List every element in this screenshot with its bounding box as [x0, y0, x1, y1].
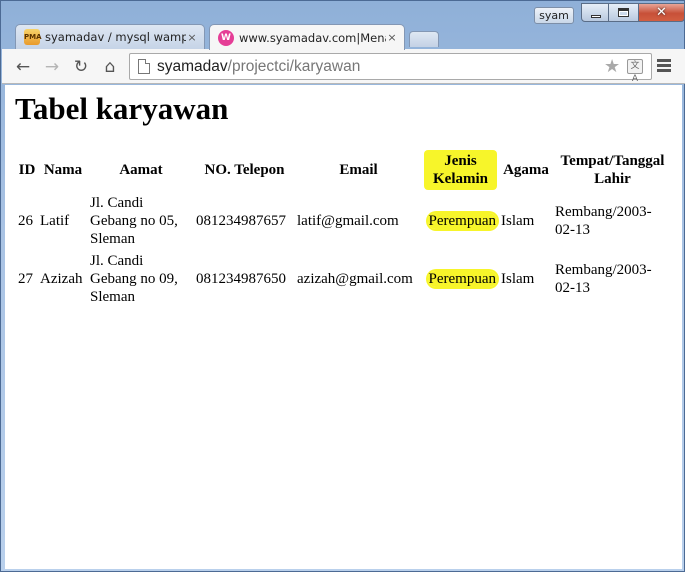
cell-ttl: Rembang/2003-02-13 [555, 262, 652, 296]
page-icon [138, 59, 150, 74]
table-header-row: ID Nama Aamat NO. Telepon Email Jenis Ke… [17, 149, 671, 191]
highlighted-value: Perempuan [427, 213, 497, 229]
cell-alamat: Jl. Candi Gebang no 05, Sleman [90, 195, 178, 247]
address-bar[interactable]: syamadav/projectci/karyawan ★ 文A [129, 53, 652, 84]
profile-badge[interactable]: syam [534, 7, 574, 24]
header-alamat: Aamat [119, 162, 163, 178]
tab-phpmyadmin[interactable]: PMA syamadav / mysql wampse × [15, 24, 205, 49]
header-nama: Nama [43, 162, 83, 178]
cell-alamat: Jl. Candi Gebang no 09, Sleman [90, 253, 178, 305]
cell-telepon: 081234987657 [196, 213, 286, 229]
url-path: /projectci/karyawan [227, 58, 361, 75]
reload-icon[interactable]: ↻ [70, 56, 92, 78]
tab-title: syamadav / mysql wampse [45, 30, 186, 44]
highlighted-value: Perempuan [427, 271, 497, 287]
cell-ttl: Rembang/2003-02-13 [555, 204, 652, 238]
table-row: 26 Latif Jl. Candi Gebang no 05, Sleman … [17, 193, 671, 249]
tab-close-icon[interactable]: × [386, 31, 398, 44]
browser-toolbar: ← → ↻ ⌂ syamadav/projectci/karyawan ★ 文A [2, 49, 685, 84]
page-title: Tabel karyawan [15, 91, 229, 126]
back-icon[interactable]: ← [12, 56, 34, 78]
maximize-button[interactable] [609, 3, 639, 22]
phpmyadmin-favicon-icon: PMA [24, 29, 42, 45]
tab-close-icon[interactable]: × [186, 31, 198, 44]
forward-icon[interactable]: → [41, 56, 63, 78]
cell-agama: Islam [501, 213, 535, 229]
cell-id: 27 [18, 271, 33, 287]
cell-agama: Islam [501, 271, 535, 287]
tab-strip: PMA syamadav / mysql wampse × W www.syam… [7, 24, 679, 50]
close-icon: ✕ [656, 5, 667, 20]
header-ttl: Tempat/Tanggal Lahir [560, 153, 665, 187]
cell-email: latif@gmail.com [297, 213, 399, 229]
menu-icon[interactable] [657, 59, 671, 74]
home-icon[interactable]: ⌂ [99, 56, 121, 78]
cell-jenis-kelamin: Perempuan [423, 251, 498, 307]
cell-email: azizah@gmail.com [297, 271, 413, 287]
header-id: ID [18, 162, 36, 178]
new-tab-button[interactable] [409, 31, 439, 47]
cell-telepon: 081234987650 [196, 271, 286, 287]
star-icon[interactable]: ★ [604, 56, 620, 77]
karyawan-table: ID Nama Aamat NO. Telepon Email Jenis Ke… [15, 147, 673, 309]
browser-window: syam ✕ PMA syamadav / mysql wampse × W w… [0, 0, 685, 572]
url-host: syamadav [157, 58, 228, 75]
page-viewport: Tabel karyawan ID Nama Aamat NO. Telepon… [5, 85, 682, 569]
cell-nama: Latif [40, 213, 70, 229]
header-jenis-kelamin: Jenis Kelamin [423, 149, 498, 191]
cell-jenis-kelamin: Perempuan [423, 193, 498, 249]
highlighted-header-text: Jenis Kelamin [424, 150, 497, 190]
header-agama: Agama [503, 162, 549, 178]
window-controls: ✕ [581, 3, 685, 23]
close-window-button[interactable]: ✕ [639, 3, 685, 22]
site-favicon-icon: W [218, 29, 234, 46]
maximize-icon [618, 8, 629, 17]
minimize-icon [591, 15, 601, 18]
table-row: 27 Azizah Jl. Candi Gebang no 09, Sleman… [17, 251, 671, 307]
tab-title: www.syamadav.com|Mena [239, 30, 386, 45]
header-email: Email [339, 162, 378, 178]
url-text[interactable]: syamadav/projectci/karyawan [157, 57, 360, 76]
translate-icon[interactable]: 文A [627, 59, 643, 84]
cell-nama: Azizah [40, 271, 83, 287]
cell-id: 26 [18, 213, 33, 229]
header-telepon: NO. Telepon [204, 162, 285, 178]
minimize-button[interactable] [581, 3, 609, 22]
tab-syamadav[interactable]: W www.syamadav.com|Mena × [209, 24, 405, 50]
